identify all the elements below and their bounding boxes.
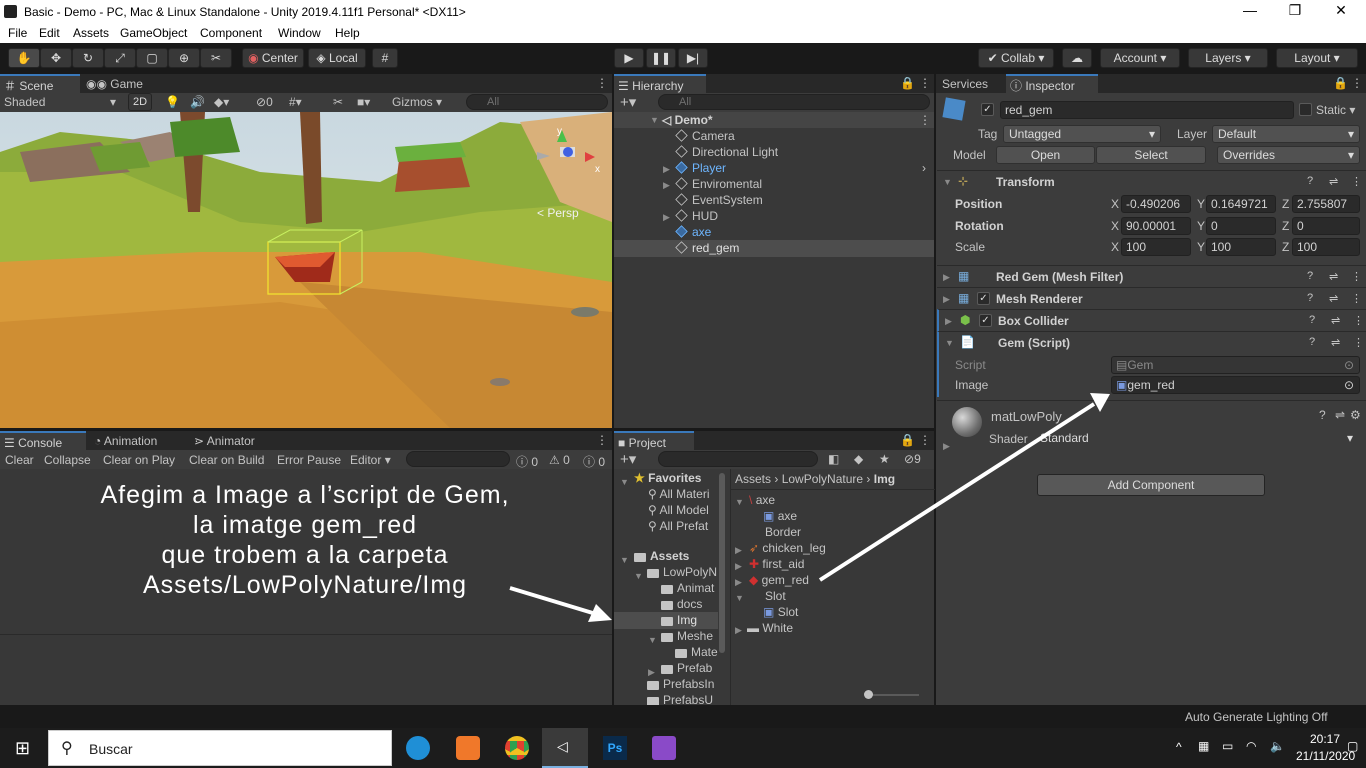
taskbar-search-placeholder: Buscar [89,741,133,757]
search-icon: ⚲ [61,740,73,757]
visual-studio-icon[interactable] [652,736,676,760]
chrome-icon[interactable] [505,736,529,760]
photoshop-icon[interactable]: Ps [603,736,627,760]
annotation-arrows [509,393,1110,622]
arrow-to-img-folder [509,586,597,616]
network-icon[interactable]: ▦ [1198,739,1209,753]
battery-icon[interactable]: ▭ [1222,739,1233,753]
taskbar-search-box[interactable]: ⚲ Buscar [48,730,392,766]
xampp-icon[interactable] [456,736,480,760]
show-hidden-icons[interactable]: ^ [1176,740,1182,754]
edge-icon[interactable] [406,736,430,760]
status-bar: Auto Generate Lighting Off [0,705,1366,728]
wifi-icon[interactable]: ◠ [1246,739,1256,753]
windows-taskbar: ⊞ ⚲ Buscar ◁ Ps ^ ▦ ▭ ◠ 🔈 20:17 21/11/20… [0,728,1366,768]
lighting-status[interactable]: Auto Generate Lighting Off [1185,710,1328,724]
notifications-icon[interactable]: ▢ [1347,739,1358,753]
unity-taskbar-button[interactable]: ◁ [542,728,588,768]
clock-time[interactable]: 20:17 [1310,732,1340,746]
arrow-to-image-field [818,402,1096,582]
windows-start-icon[interactable]: ⊞ [15,738,30,759]
volume-icon[interactable]: 🔈 [1270,739,1285,753]
unity-logo-icon: ◁ [557,738,568,754]
